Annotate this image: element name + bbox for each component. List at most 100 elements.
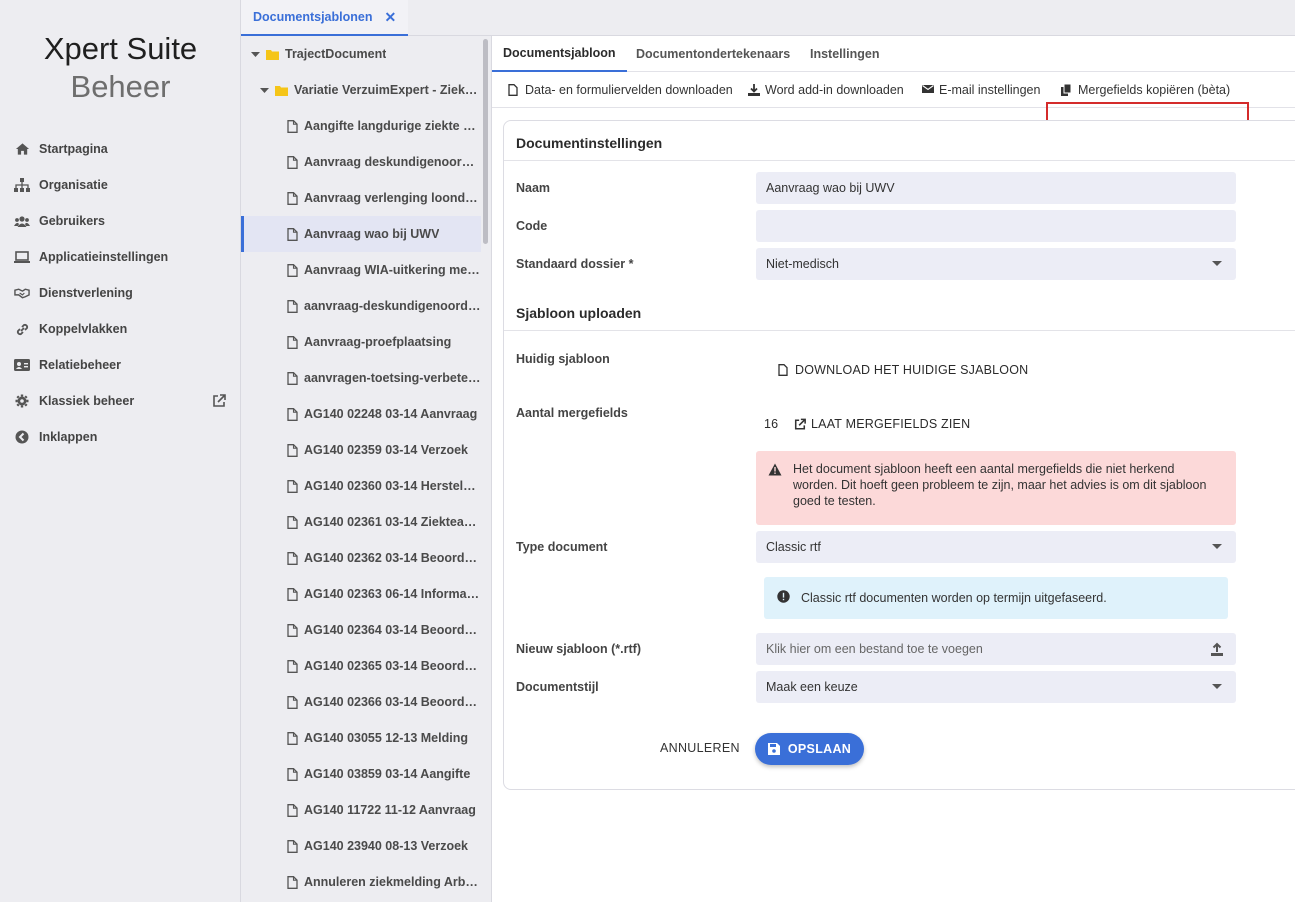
tree-document-item[interactable]: Aanvraag WIA-uitkering met bijlagen	[241, 252, 481, 288]
file-icon	[508, 84, 520, 96]
tree-label: AG140 03859 03-14 Aangifte	[304, 767, 471, 781]
tree-document-item[interactable]: AG140 02363 06-14 Informatie	[241, 576, 481, 612]
nav-item-relatiebeheer[interactable]: Relatiebeheer	[0, 347, 241, 383]
tree-document-item[interactable]: AG140 02364 03-14 Beoordeling	[241, 612, 481, 648]
save-button[interactable]: OPSLAAN	[755, 733, 864, 765]
file-icon	[287, 623, 298, 637]
tree-document-item[interactable]: AG140 03859 03-14 Aangifte	[241, 756, 481, 792]
external-link-icon[interactable]	[212, 394, 226, 408]
email-settings-button[interactable]: E-mail instellingen	[922, 72, 1040, 108]
nav-item-gebruikers[interactable]: Gebruikers	[0, 203, 241, 239]
tree-label: AG140 02366 03-14 Beoordeling	[304, 695, 481, 709]
data-download-button[interactable]: Data- en formuliervelden downloaden	[508, 72, 733, 108]
tree-document-item[interactable]: aanvraag-deskundigenoordeel	[241, 288, 481, 324]
tree-document-item[interactable]: AG140 03055 12-13 Melding	[241, 720, 481, 756]
tree-label: AG140 02363 06-14 Informatie	[304, 587, 481, 601]
brand-line1: Xpert Suite	[43, 31, 198, 66]
file-icon	[287, 479, 298, 493]
file-icon	[287, 407, 298, 421]
upload-placeholder: Klik hier om een bestand toe te voegen	[766, 642, 983, 656]
file-upload-field[interactable]: Klik hier om een bestand toe te voegen	[756, 633, 1236, 665]
tab-documentsjablonen[interactable]: Documentsjablonen ✕	[241, 0, 409, 36]
file-icon	[287, 119, 298, 133]
sitemap-icon	[14, 177, 30, 193]
download-current-template-button[interactable]: DOWNLOAD HET HUIDIGE SJABLOON	[778, 363, 1028, 377]
nav-item-applicatieinstellingen[interactable]: Applicatieinstellingen	[0, 239, 241, 275]
tree-document-item[interactable]: AG140 02366 03-14 Beoordeling	[241, 684, 481, 720]
upload-icon[interactable]	[1210, 642, 1224, 656]
info-text: Classic rtf documenten worden op termijn…	[801, 591, 1107, 605]
tree-document-item[interactable]: AG140 02362 03-14 Beoordeling	[241, 540, 481, 576]
cancel-button[interactable]: ANNULEREN	[660, 741, 740, 755]
documentstijl-select[interactable]: Maak een keuze	[756, 671, 1236, 703]
sub-tabs: Documentsjabloon Documentondertekenaars …	[492, 36, 1295, 72]
file-icon	[287, 515, 298, 529]
nav-label: Applicatieinstellingen	[39, 250, 169, 264]
dossier-select[interactable]: Niet-medisch	[756, 248, 1236, 280]
code-field[interactable]	[756, 210, 1236, 242]
tree-document-item[interactable]: AG140 02361 03-14 Ziekteaangifte	[241, 504, 481, 540]
tree-label: Aanvraag verlenging loondoorbetaling	[304, 191, 481, 205]
tree-label: Aanvraag deskundigenoordeel	[304, 155, 481, 169]
tab-documentondertekenaars[interactable]: Documentondertekenaars	[625, 36, 801, 72]
tree-folder-root[interactable]: TrajectDocument	[241, 36, 491, 72]
naam-value: Aanvraag wao bij UWV	[766, 181, 895, 195]
tree-label: aanvragen-toetsing-verbetertraject	[304, 371, 481, 385]
tree-document-item[interactable]: Aangifte langdurige ziekte 42e week	[241, 108, 481, 144]
tree-document-item[interactable]: Annuleren ziekmelding Arbodienst	[241, 864, 481, 900]
close-icon[interactable]: ✕	[384, 9, 396, 26]
nav-item-organisatie[interactable]: Organisatie	[0, 167, 241, 203]
nav-item-startpagina[interactable]: Startpagina	[0, 131, 241, 167]
tree-document-item[interactable]: AG140 02365 03-14 Beoordeling	[241, 648, 481, 684]
file-icon	[287, 803, 298, 817]
file-icon	[287, 839, 298, 853]
file-icon	[287, 731, 298, 745]
nav-item-koppelvlakken[interactable]: Koppelvlakken	[0, 311, 241, 347]
tree-document-item[interactable]: AG140 11722 11-12 Aanvraag	[241, 792, 481, 828]
file-icon	[287, 299, 298, 313]
caret-down-icon	[1212, 544, 1222, 549]
caret-down-icon[interactable]	[251, 50, 260, 59]
section-title-sjabloon-uploaden: Sjabloon uploaden	[516, 305, 642, 321]
tree-document-item[interactable]: AG140 02248 03-14 Aanvraag	[241, 396, 481, 432]
button-label: OPSLAAN	[787, 742, 852, 756]
tree-label: AG140 02365 03-14 Beoordeling	[304, 659, 481, 673]
tree-document-list: Aangifte langdurige ziekte 42e week Aanvr…	[241, 108, 491, 900]
nav-item-inklappen[interactable]: Inklappen	[0, 419, 241, 455]
nav-item-klassiek-beheer[interactable]: Klassiek beheer	[0, 383, 241, 419]
naam-field[interactable]: Aanvraag wao bij UWV	[756, 172, 1236, 204]
tree-document-item[interactable]: AG140 23940 08-13 Verzoek	[241, 828, 481, 864]
tab-documentsjabloon[interactable]: Documentsjabloon	[492, 36, 627, 72]
id-card-icon	[14, 357, 30, 373]
file-icon	[287, 263, 298, 277]
laptop-icon	[14, 249, 30, 265]
nav-item-dienstverlening[interactable]: Dienstverlening	[0, 275, 241, 311]
type-document-select[interactable]: Classic rtf	[756, 531, 1236, 563]
word-addin-download-button[interactable]: Word add-in downloaden	[748, 72, 904, 108]
tree-document-item[interactable]: AG140 02359 03-14 Verzoek	[241, 432, 481, 468]
file-icon	[287, 443, 298, 457]
tree-document-item[interactable]: Aanvraag wao bij UWV	[241, 216, 481, 252]
caret-down-icon[interactable]	[260, 86, 269, 95]
caret-down-icon	[1212, 684, 1222, 689]
file-icon	[778, 363, 790, 377]
nav-label: Startpagina	[39, 142, 108, 156]
tree-document-item[interactable]: aanvragen-toetsing-verbetertraject	[241, 360, 481, 396]
tab-instellingen[interactable]: Instellingen	[799, 36, 890, 72]
tree-document-item[interactable]: AG140 02360 03-14 Herstelmelding	[241, 468, 481, 504]
warning-text: Het document sjabloon heeft een aantal m…	[793, 462, 1207, 508]
main-panel: Documentsjabloon Documentondertekenaars …	[492, 36, 1295, 902]
tree-document-item[interactable]: Aanvraag deskundigenoordeel	[241, 144, 481, 180]
show-mergefields-button[interactable]: LAAT MERGEFIELDS ZIEN	[794, 417, 970, 431]
nav-label: Inklappen	[39, 430, 98, 444]
tree-document-item[interactable]: Aanvraag-proefplaatsing	[241, 324, 481, 360]
type-document-label: Type document	[516, 540, 608, 554]
app-sidebar: Xpert Suite Beheer Startpagina Organisat…	[0, 0, 241, 902]
folder-icon	[266, 49, 279, 60]
button-label: LAAT MERGEFIELDS ZIEN	[811, 417, 971, 431]
tree-document-item[interactable]: Aanvraag verlenging loondoorbetaling	[241, 180, 481, 216]
save-icon	[767, 743, 780, 755]
code-label: Code	[516, 219, 548, 233]
file-icon	[287, 695, 298, 709]
tree-folder-variatie[interactable]: Variatie VerzuimExpert - Ziektewet	[241, 72, 481, 108]
